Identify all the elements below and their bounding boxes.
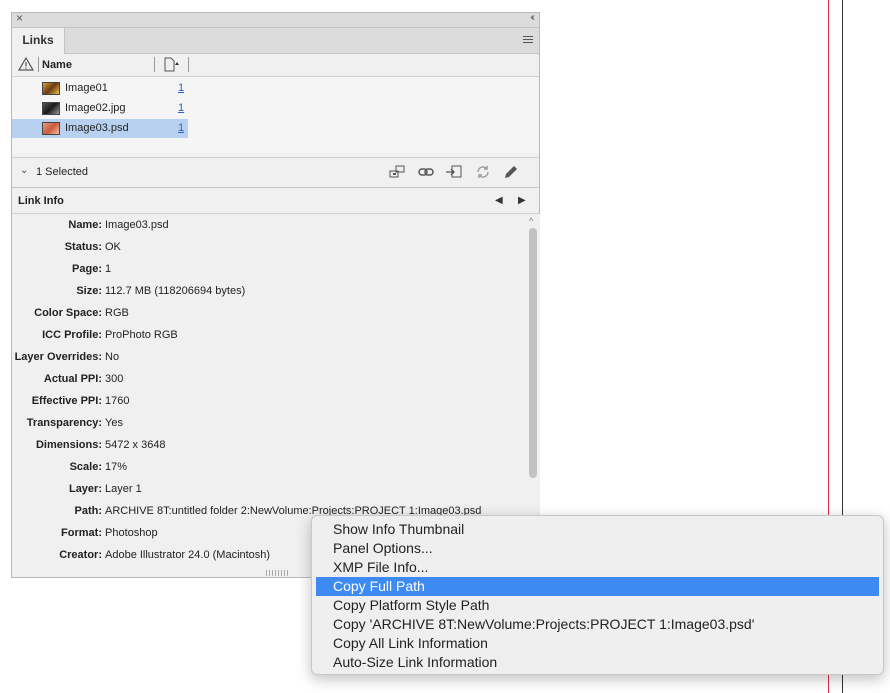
info-row: Dimensions: 5472 x 3648 (12, 439, 526, 457)
info-row: Effective PPI: 1760 (12, 395, 526, 413)
info-label: Status: (64, 241, 102, 253)
name-column-header[interactable]: Name (42, 59, 72, 71)
info-row: Page: 1 (12, 263, 526, 281)
info-label: Dimensions: (35, 439, 102, 451)
link-name: Image03.psd (65, 122, 129, 134)
info-value: 17% (105, 461, 128, 473)
info-row: Status: OK (12, 241, 526, 259)
link-page-number[interactable]: 1 (178, 122, 184, 134)
info-label: Layer: (68, 483, 102, 495)
context-menu: Show Info Thumbnail Panel Options... XMP… (311, 515, 884, 675)
info-value: Yes (105, 417, 123, 429)
resize-grip[interactable] (266, 570, 288, 576)
menu-item-show-info-thumbnail[interactable]: Show Info Thumbnail (316, 520, 879, 539)
link-name: Image02.jpg (65, 102, 126, 114)
info-row: Color Space: RGB (12, 307, 526, 325)
edit-original-icon[interactable] (502, 163, 520, 181)
info-label: Scale: (69, 461, 102, 473)
info-row: Actual PPI: 300 (12, 373, 526, 391)
info-row: Name: Image03.psd (12, 219, 526, 237)
info-value: Adobe Illustrator 24.0 (Macintosh) (105, 549, 271, 561)
info-value: 112.7 MB (118206694 bytes) (105, 285, 246, 297)
list-item[interactable]: Image02.jpg 1 (12, 99, 188, 118)
links-column-header: Name (12, 54, 539, 77)
info-label: Actual PPI: (43, 373, 102, 385)
panel-titlebar[interactable]: × ‹‹ (12, 11, 539, 28)
info-value: 1760 (105, 395, 130, 407)
scroll-up-icon[interactable]: ^ (529, 216, 533, 226)
info-value: RGB (105, 307, 129, 319)
column-separator[interactable] (154, 57, 155, 72)
link-name: Image01 (65, 82, 108, 94)
column-separator[interactable] (38, 57, 39, 72)
next-link-icon[interactable]: ▶ (518, 195, 526, 206)
menu-item-xmp-file-info[interactable]: XMP File Info... (316, 558, 879, 577)
info-label: Layer Overrides: (14, 351, 102, 363)
link-page-number[interactable]: 1 (178, 102, 184, 114)
info-value: OK (105, 241, 121, 253)
info-value: No (105, 351, 120, 363)
menu-item-copy-path-string[interactable]: Copy 'ARCHIVE 8T:NewVolume:Projects:PROJ… (316, 615, 879, 634)
info-row: Scale: 17% (12, 461, 526, 479)
column-separator[interactable] (188, 57, 189, 72)
menu-item-copy-all-link-information[interactable]: Copy All Link Information (316, 634, 879, 653)
info-value: 5472 x 3648 (105, 439, 166, 451)
info-label: Creator: (59, 549, 102, 561)
list-item[interactable]: Image01 1 (12, 79, 188, 98)
panel-tab-row: Links (12, 28, 539, 54)
info-label: ICC Profile: (42, 329, 102, 341)
link-info-header: Link Info ◀ ▶ (12, 189, 539, 214)
go-to-link-icon[interactable] (445, 163, 463, 181)
info-label: Page: (72, 263, 102, 275)
image-thumbnail (42, 82, 60, 95)
menu-item-auto-size-link-information[interactable]: Auto-Size Link Information (316, 653, 879, 672)
info-value: ProPhoto RGB (105, 329, 178, 341)
selected-count: 1 Selected (36, 166, 88, 178)
menu-item-copy-platform-style-path[interactable]: Copy Platform Style Path (316, 596, 879, 615)
info-label: Size: (76, 285, 102, 297)
info-value: Image03.psd (105, 219, 169, 231)
info-label: Path: (74, 505, 103, 517)
info-value: Photoshop (105, 527, 158, 539)
panel-menu-icon[interactable] (523, 36, 533, 44)
info-row: Layer Overrides: No (12, 351, 526, 369)
update-link-icon[interactable] (474, 163, 492, 181)
info-label: Transparency: (26, 417, 102, 429)
previous-link-icon[interactable]: ◀ (495, 195, 503, 206)
chevron-down-icon[interactable]: ⌄ (20, 165, 28, 176)
info-row: Layer: Layer 1 (12, 483, 526, 501)
image-thumbnail (42, 102, 60, 115)
links-panel: × ‹‹ Links Name Image01 1 Image02.jpg 1 (11, 11, 540, 578)
info-label: Effective PPI: (31, 395, 102, 407)
link-info-title: Link Info (18, 195, 64, 207)
info-row: Transparency: Yes (12, 417, 526, 435)
info-label: Format: (61, 527, 102, 539)
info-label: Name: (68, 219, 102, 231)
menu-item-panel-options[interactable]: Panel Options... (316, 539, 879, 558)
info-row: Size: 112.7 MB (118206694 bytes) (12, 285, 526, 303)
menu-item-copy-full-path[interactable]: Copy Full Path (316, 577, 879, 596)
info-value: Layer 1 (105, 483, 142, 495)
collapse-icon[interactable]: ‹‹ (530, 12, 534, 23)
page-sort-icon[interactable] (163, 57, 179, 73)
info-row: ICC Profile: ProPhoto RGB (12, 329, 526, 347)
list-item-selected[interactable]: Image03.psd 1 (12, 119, 188, 138)
links-list: Image01 1 Image02.jpg 1 Image03.psd 1 (12, 77, 539, 153)
selection-toolbar: ⌄ 1 Selected (12, 157, 539, 188)
info-value: 300 (105, 373, 124, 385)
tab-links[interactable]: Links (12, 28, 65, 54)
relink-icon[interactable] (417, 163, 435, 181)
info-value: 1 (105, 263, 112, 275)
link-page-number[interactable]: 1 (178, 82, 184, 94)
image-thumbnail (42, 122, 60, 135)
info-label: Color Space: (34, 307, 102, 319)
relink-from-cc-icon[interactable] (388, 163, 406, 181)
close-icon[interactable]: × (16, 11, 23, 25)
warning-icon[interactable] (18, 57, 34, 71)
scrollbar-thumb[interactable] (529, 228, 537, 478)
